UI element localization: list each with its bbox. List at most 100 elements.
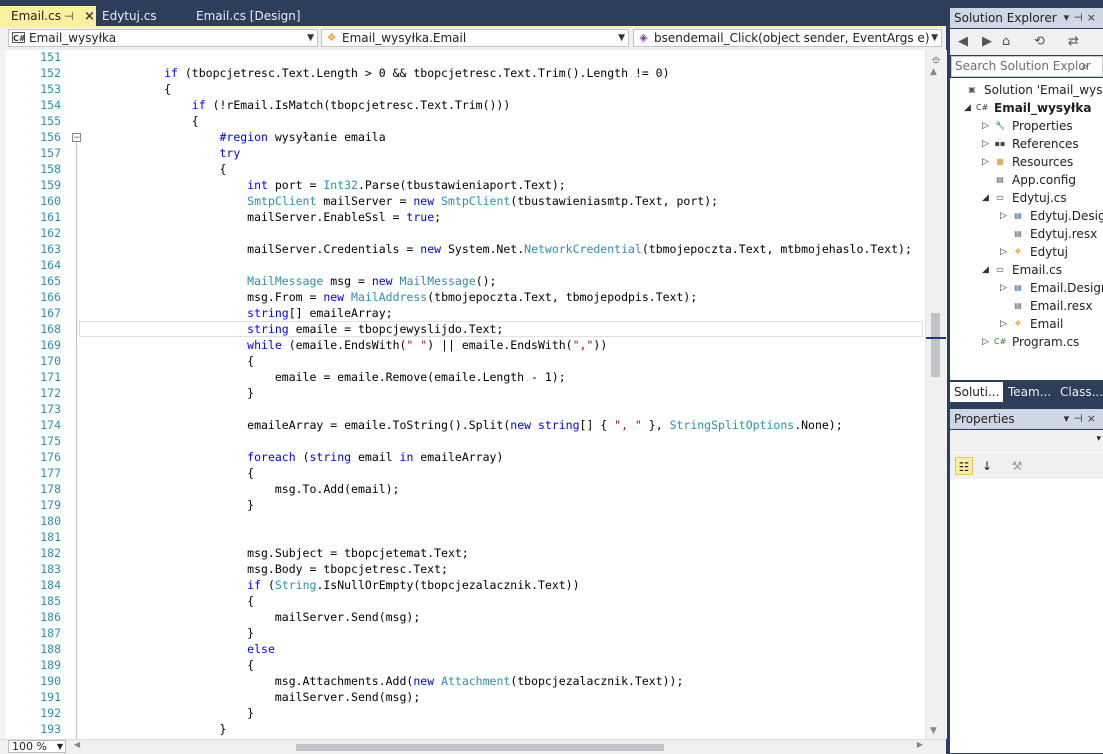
code-line[interactable]: 186 mailServer.Send(msg); xyxy=(0,609,925,625)
zoom-dropdown[interactable]: 100 % ▼ xyxy=(8,740,66,753)
code-line[interactable]: 163 mailServer.Credentials = new System.… xyxy=(0,241,925,257)
code-text[interactable]: mailServer.EnableSsl = true; xyxy=(81,209,441,225)
code-line[interactable]: 172 } xyxy=(0,385,925,401)
collapse-arrow-icon[interactable]: ◢ xyxy=(982,261,992,279)
history-icon[interactable]: ⟲ xyxy=(1034,34,1045,49)
code-text[interactable]: msg.Body = tbopcjetresc.Text; xyxy=(81,561,448,577)
code-text[interactable]: { xyxy=(81,593,254,609)
collapse-arrow-icon[interactable]: ◢ xyxy=(982,189,992,207)
code-line[interactable]: 157 try xyxy=(0,145,925,161)
code-text[interactable]: { xyxy=(81,81,171,97)
code-line[interactable]: 175 xyxy=(0,433,925,449)
panel-window-controls[interactable]: ▾⊣× xyxy=(1064,8,1100,28)
code-line[interactable]: 185 { xyxy=(0,593,925,609)
code-line[interactable]: 169 while (emaile.EndsWith(" ") || email… xyxy=(0,337,925,353)
scroll-right-icon[interactable]: ▶ xyxy=(917,740,923,749)
code-line[interactable]: 187 } xyxy=(0,625,925,641)
code-line[interactable]: 159 int port = Int32.Parse(tbustawieniap… xyxy=(0,177,925,193)
code-line[interactable]: 151 xyxy=(0,50,925,65)
code-text[interactable]: msg.Attachments.Add(new Attachment(tbopc… xyxy=(81,673,684,689)
expand-arrow-icon[interactable]: ▷ xyxy=(982,333,992,351)
code-text-area[interactable]: − 151 152 if (tbopcjetresc.Text.Length > … xyxy=(0,50,925,739)
solution-search-input[interactable]: Search Solution Explor ⌕ xyxy=(951,56,1103,77)
code-line[interactable]: 166 msg.From = new MailAddress(tbmojepoc… xyxy=(0,289,925,305)
code-line[interactable]: 170 { xyxy=(0,353,925,369)
scroll-left-icon[interactable]: ◀ xyxy=(74,740,80,749)
code-line[interactable]: 193 } xyxy=(0,721,925,737)
object-selector-dropdown[interactable]: ▾ xyxy=(950,430,1103,452)
code-line[interactable]: 171 emaile = emaile.Remove(emaile.Length… xyxy=(0,369,925,385)
tab-class-view[interactable]: Class... xyxy=(1056,382,1103,402)
code-line[interactable]: 178 msg.To.Add(email); xyxy=(0,481,925,497)
code-text[interactable]: mailServer.Send(msg); xyxy=(81,689,420,705)
horizontal-scrollbar[interactable]: ◀ ▶ xyxy=(72,740,925,753)
expand-arrow-icon[interactable]: ▷ xyxy=(1000,279,1010,297)
code-text[interactable]: } xyxy=(81,705,254,721)
code-text[interactable]: string[] emaileArray; xyxy=(81,305,392,321)
code-text[interactable]: try xyxy=(81,145,240,161)
tab-solution-explorer[interactable]: Soluti... xyxy=(950,382,1004,402)
code-text[interactable]: { xyxy=(81,113,199,129)
code-text[interactable]: emaileArray = emaile.ToString().Split(ne… xyxy=(81,417,843,433)
code-text[interactable]: MailMessage msg = new MailMessage(); xyxy=(81,273,496,289)
expand-arrow-icon[interactable]: ▷ xyxy=(1000,243,1010,261)
code-line[interactable]: 189 { xyxy=(0,657,925,673)
split-window-icon[interactable]: ⯐ xyxy=(929,52,943,67)
code-text[interactable]: if (String.IsNullOrEmpty(tbopcjezalaczni… xyxy=(81,577,579,593)
code-line[interactable]: 179 } xyxy=(0,497,925,513)
code-text[interactable]: else xyxy=(81,641,275,657)
code-text[interactable]: emaile = emaile.Remove(emaile.Length - 1… xyxy=(81,369,566,385)
code-text[interactable]: msg.Subject = tbopcjetemat.Text; xyxy=(81,545,469,561)
code-text[interactable]: { xyxy=(81,465,254,481)
scroll-up-icon[interactable]: ▲ xyxy=(930,67,937,77)
code-line[interactable]: 164 xyxy=(0,257,925,273)
code-line[interactable]: 152 if (tbopcjetresc.Text.Length > 0 && … xyxy=(0,65,925,81)
scroll-down-icon[interactable]: ▼ xyxy=(930,726,937,736)
code-line[interactable]: 188 else xyxy=(0,641,925,657)
code-text[interactable]: mailServer.Send(msg); xyxy=(81,609,420,625)
code-text[interactable]: int port = Int32.Parse(tbustawieniaport.… xyxy=(81,177,566,193)
code-text[interactable]: msg.To.Add(email); xyxy=(81,481,400,497)
code-text[interactable]: msg.From = new MailAddress(tbmojepoczta.… xyxy=(81,289,697,305)
tab-email-design[interactable]: Email.cs [Design] xyxy=(185,6,325,27)
expand-arrow-icon[interactable]: ▷ xyxy=(982,153,992,171)
vertical-scrollbar[interactable]: ⯐ ▲ ▼ xyxy=(925,50,947,739)
panel-window-controls[interactable]: ▾⊣× xyxy=(1064,409,1100,429)
expand-arrow-icon[interactable]: ▷ xyxy=(982,117,992,135)
expand-arrow-icon[interactable]: ▷ xyxy=(1000,207,1010,225)
code-line[interactable]: 168 string emaile = tbopcjewyslijdo.Text… xyxy=(0,321,925,337)
code-text[interactable]: if (!rEmail.IsMatch(tbopcjetresc.Text.Tr… xyxy=(81,97,511,113)
code-line[interactable]: 182 msg.Subject = tbopcjetemat.Text; xyxy=(0,545,925,561)
scroll-thumb[interactable] xyxy=(931,313,940,377)
code-line[interactable]: 190 msg.Attachments.Add(new Attachment(t… xyxy=(0,673,925,689)
code-line[interactable]: 153 { xyxy=(0,81,925,97)
tab-email-cs[interactable]: Email.cs ⊣ × xyxy=(0,6,96,27)
member-dropdown[interactable]: ◈ bsendemail_Click(object sender, EventA… xyxy=(633,29,942,47)
code-line[interactable]: 167 string[] emaileArray; xyxy=(0,305,925,321)
collapse-arrow-icon[interactable]: ◢ xyxy=(964,99,974,117)
code-text[interactable]: } xyxy=(81,385,254,401)
code-line[interactable]: 173 xyxy=(0,401,925,417)
pin-icon[interactable]: ⊣ xyxy=(64,6,74,27)
code-line[interactable]: 162 xyxy=(0,225,925,241)
code-text[interactable]: string emaile = tbopcjewyslijdo.Text; xyxy=(81,321,503,337)
code-line[interactable]: 161 mailServer.EnableSsl = true; xyxy=(0,209,925,225)
code-line[interactable]: 176 foreach (string email in emaileArray… xyxy=(0,449,925,465)
code-line[interactable]: 177 { xyxy=(0,465,925,481)
code-line[interactable]: 192 } xyxy=(0,705,925,721)
alphabetical-icon[interactable]: ↓ xyxy=(978,457,996,475)
code-text[interactable]: } xyxy=(81,497,254,513)
code-text[interactable]: { xyxy=(81,353,254,369)
code-text[interactable]: } xyxy=(81,625,254,641)
expand-arrow-icon[interactable]: ▷ xyxy=(1000,315,1010,333)
code-line[interactable]: 154 if (!rEmail.IsMatch(tbopcjetresc.Tex… xyxy=(0,97,925,113)
forward-icon[interactable]: ▶ xyxy=(982,34,992,49)
code-text[interactable]: { xyxy=(81,161,226,177)
code-line[interactable]: 181 xyxy=(0,529,925,545)
property-pages-icon[interactable]: ⚒ xyxy=(1008,457,1026,475)
code-line[interactable]: 191 mailServer.Send(msg); xyxy=(0,689,925,705)
code-text[interactable]: SmtpClient mailServer = new SmtpClient(t… xyxy=(81,193,718,209)
code-line[interactable]: 155 { xyxy=(0,113,925,129)
code-text[interactable]: mailServer.Credentials = new System.Net.… xyxy=(81,241,912,257)
expand-arrow-icon[interactable]: ▷ xyxy=(982,135,992,153)
